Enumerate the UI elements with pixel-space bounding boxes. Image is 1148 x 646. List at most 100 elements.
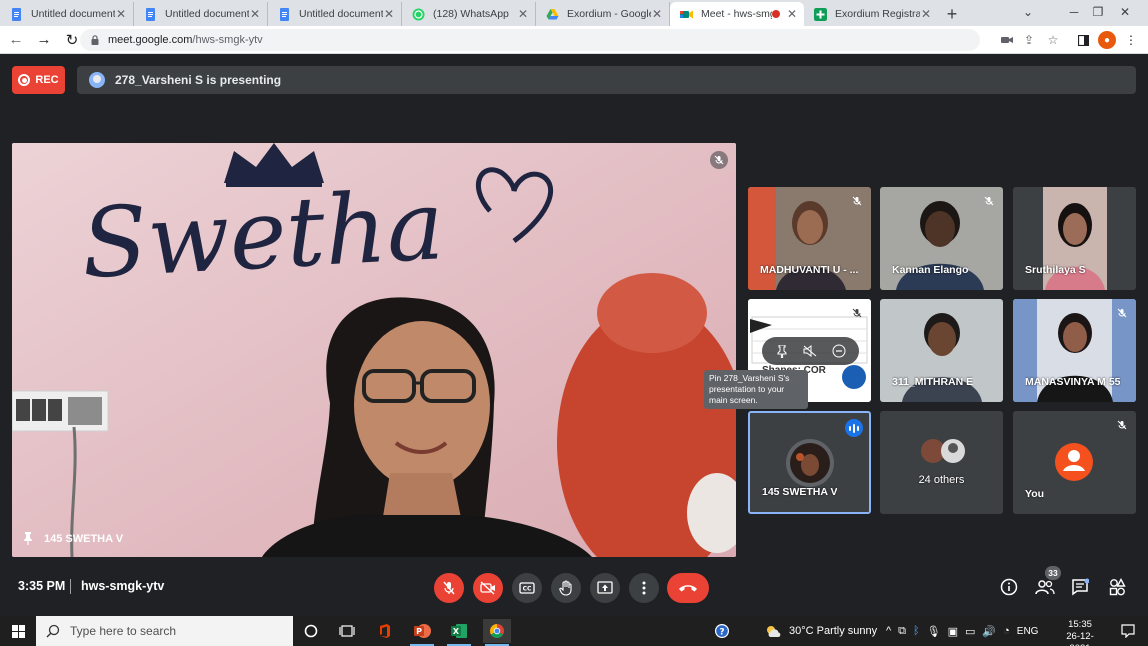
chat-button[interactable]: [1069, 576, 1091, 598]
wifi-icon[interactable]: ◔: [1003, 625, 1010, 637]
participant-name: 145 SWETHA V: [762, 486, 838, 498]
raise-hand-button[interactable]: [551, 573, 581, 603]
participant-tile-active-speaker[interactable]: 145 SWETHA V: [748, 411, 871, 514]
leave-call-button[interactable]: [667, 573, 709, 603]
participant-tile[interactable]: MADHUVANTI U - ...: [748, 187, 871, 290]
self-tile[interactable]: You: [1013, 411, 1136, 514]
pin-icon[interactable]: [776, 344, 788, 358]
activities-button[interactable]: [1106, 576, 1128, 598]
close-tab-icon[interactable]: ✕: [786, 7, 798, 21]
forward-arrow-icon[interactable]: →: [32, 28, 56, 52]
participant-tile[interactable]: 311_MITHRAN E: [880, 299, 1003, 402]
tab-whatsapp[interactable]: (128) WhatsApp ✕: [402, 2, 536, 26]
meeting-code: hws-smgk-ytv: [81, 579, 165, 593]
close-tab-icon[interactable]: ✕: [115, 7, 127, 21]
taskbar-clock[interactable]: 15:35 26-12-2021: [1057, 619, 1103, 646]
microphone-toggle-button[interactable]: [434, 573, 464, 603]
svg-text:CC: CC: [523, 586, 532, 593]
browser-tab-strip: Untitled document - Go ✕ Untitled docume…: [0, 0, 1148, 26]
taskbar-time: 15:35: [1068, 619, 1092, 630]
others-tile[interactable]: 24 others: [880, 411, 1003, 514]
bookmark-star-icon[interactable]: ☆: [1044, 31, 1062, 49]
volume-icon[interactable]: 🔊: [982, 625, 996, 638]
more-options-button[interactable]: [629, 573, 659, 603]
cortana-button[interactable]: [297, 619, 325, 643]
address-bar[interactable]: meet.google.com/hws-smgk-ytv: [80, 29, 980, 51]
chrome-app[interactable]: [483, 619, 511, 646]
present-now-button[interactable]: [590, 573, 620, 603]
input-language[interactable]: ENG: [1017, 626, 1039, 637]
screen-capture-icon[interactable]: ▣: [948, 625, 958, 638]
side-panel-icon[interactable]: [1074, 31, 1092, 49]
powerpoint-app[interactable]: P: [408, 619, 436, 646]
hang-up-icon: [679, 585, 697, 592]
tab-exordium-drive[interactable]: Exordium - Google Drive ✕: [536, 2, 670, 26]
office-app[interactable]: [371, 619, 399, 643]
participant-count-badge: 33: [1045, 566, 1061, 580]
captions-button[interactable]: CC: [512, 573, 542, 603]
profile-avatar[interactable]: ●: [1098, 31, 1116, 49]
microphone-tray-icon[interactable]: 🎙: [927, 625, 941, 638]
google-drive-icon: [546, 8, 559, 19]
weather-widget[interactable]: 30°C Partly sunny: [764, 616, 877, 646]
lock-icon: [91, 35, 99, 45]
browser-toolbar: ← → ↻ meet.google.com/hws-smgk-ytv ⇪ ☆ ●…: [0, 26, 1148, 54]
network-adapter-icon[interactable]: ⧉: [898, 625, 906, 638]
camera-toggle-button[interactable]: [473, 573, 503, 603]
tab-untitled-document-2[interactable]: Untitled document - Go ✕: [134, 2, 268, 26]
more-vertical-icon: [642, 581, 646, 595]
google-docs-icon: [280, 7, 289, 21]
meeting-details-button[interactable]: [998, 576, 1020, 598]
recording-label: REC: [35, 74, 59, 86]
help-app[interactable]: ?: [708, 619, 736, 643]
chat-icon: [1072, 578, 1089, 596]
windows-logo-icon: [11, 624, 25, 638]
svg-text:?: ?: [719, 628, 724, 638]
participant-name: Sruthilaya S: [1025, 264, 1086, 276]
participant-name: Kannan Elango: [892, 264, 969, 276]
participant-tile[interactable]: MANASVINYA M 55: [1013, 299, 1136, 402]
close-tab-icon[interactable]: ✕: [383, 7, 395, 21]
new-tab-button[interactable]: +: [938, 2, 966, 26]
bluetooth-icon[interactable]: ᛒ: [913, 625, 920, 637]
tab-title: Untitled document - Go: [31, 8, 115, 20]
tab-meet[interactable]: Meet - hws-smgk-ytv ✕: [670, 2, 804, 26]
tab-search-icon[interactable]: ⌄: [1005, 2, 1051, 22]
taskbar-search-box[interactable]: Type here to search: [36, 616, 293, 646]
camera-in-use-icon[interactable]: [998, 31, 1016, 49]
start-button[interactable]: [4, 619, 32, 643]
excel-app[interactable]: X: [445, 619, 473, 646]
tab-untitled-document-1[interactable]: Untitled document - Go ✕: [0, 2, 134, 26]
tab-title: (128) WhatsApp: [433, 8, 509, 20]
more-menu-icon[interactable]: ⋮: [1122, 31, 1140, 49]
share-icon[interactable]: ⇪: [1020, 31, 1038, 49]
participant-name: You: [1025, 488, 1045, 500]
participant-tile[interactable]: Sruthilaya S: [1013, 187, 1136, 290]
tab-exordium-registration[interactable]: Exordium Registration ✕: [804, 2, 938, 26]
recording-indicator-icon: [772, 10, 780, 18]
participant-name: 311_MITHRAN E: [892, 376, 974, 388]
notifications-button[interactable]: [1114, 619, 1142, 643]
main-video-feed[interactable]: Swetha 145 SWETHA V: [12, 143, 736, 557]
show-hidden-icons-icon[interactable]: ^: [886, 625, 891, 637]
pin-icon[interactable]: [22, 532, 34, 545]
remove-icon[interactable]: [832, 344, 846, 358]
participant-tile[interactable]: Kannan Elango: [880, 187, 1003, 290]
mute-audio-icon[interactable]: [803, 345, 817, 357]
close-tab-icon[interactable]: ✕: [517, 7, 529, 21]
muted-mic-icon: [1114, 417, 1130, 433]
task-view-button[interactable]: [333, 619, 361, 643]
muted-mic-icon: [849, 193, 865, 209]
presenting-banner[interactable]: 278_Varsheni S is presenting: [77, 66, 1136, 94]
recording-badge[interactable]: REC: [12, 66, 65, 94]
back-arrow-icon[interactable]: ←: [4, 28, 28, 52]
close-tab-icon[interactable]: ✕: [920, 7, 932, 21]
person-face: [354, 321, 490, 489]
close-window-icon[interactable]: ✕: [1102, 2, 1148, 22]
close-tab-icon[interactable]: ✕: [651, 7, 663, 21]
battery-icon[interactable]: ▭: [965, 625, 975, 638]
raise-hand-icon: [559, 580, 572, 596]
close-tab-icon[interactable]: ✕: [249, 7, 261, 21]
pin-presentation-tooltip: Pin 278_Varsheni S's presentation to you…: [704, 370, 808, 409]
tab-untitled-document-3[interactable]: Untitled document - Go ✕: [268, 2, 402, 26]
